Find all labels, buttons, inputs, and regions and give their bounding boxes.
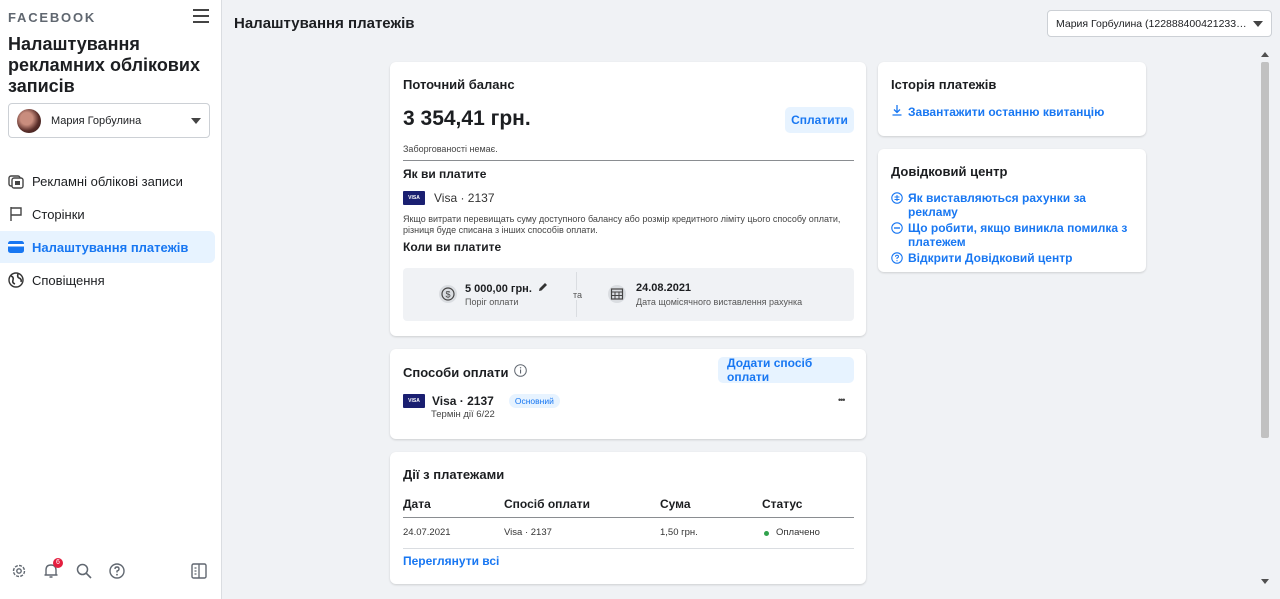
download-icon — [891, 104, 903, 119]
row-date: 24.07.2021 — [403, 527, 451, 538]
help-center-title: Довідковий центр — [891, 164, 1008, 179]
account-name: Мария Горбулина — [51, 114, 142, 127]
add-payment-method-button[interactable]: Додати спосіб оплати — [718, 356, 854, 384]
sidebar-item-ad-accounts[interactable]: Рекламні облікові записи — [0, 165, 215, 197]
debt-note: Заборгованості немає. — [403, 144, 498, 154]
help-link-billing[interactable]: Як виставляються рахунки за рекламу — [891, 191, 1136, 219]
billing-info-panel: $ 5 000,00 грн. Поріг оплати та 24.08.20… — [403, 268, 854, 321]
sidebar-title: Налаштування рекламних облікових записів — [8, 34, 200, 96]
ad-account-dropdown-value: Мария Горбулина (122888400421233… — [1056, 17, 1247, 30]
help-icon[interactable] — [108, 562, 126, 580]
payment-activity-card: Дії з платежами Дата Спосіб оплати Сума … — [390, 452, 866, 584]
divider — [403, 160, 854, 161]
search-icon[interactable] — [75, 562, 93, 580]
sidebar: FACEBOOK Налаштування рекламних облікови… — [0, 0, 222, 599]
sidebar-item-label: Рекламні облікові записи — [32, 173, 183, 189]
card-label: Visa · 2137 — [434, 191, 495, 205]
visa-icon: VISA — [403, 394, 425, 408]
scrollbar[interactable] — [1258, 50, 1272, 595]
payment-methods-title: Способи оплати — [403, 364, 509, 380]
help-link-open-center[interactable]: Відкрити Довідковий центр — [891, 251, 1136, 265]
sidebar-nav: Рекламні облікові записи Сторінки Налашт… — [0, 165, 215, 297]
payment-history-card: Історія платежів Завантажити останню кви… — [878, 62, 1146, 136]
scroll-up-arrow-icon[interactable] — [1261, 52, 1269, 57]
edit-pencil-icon[interactable] — [538, 282, 548, 295]
balance-card-title: Поточний баланс — [403, 77, 515, 92]
ad-account-dropdown[interactable]: Мария Горбулина (122888400421233… — [1047, 10, 1272, 37]
download-receipt-link[interactable]: Завантажити останню квитанцію — [891, 104, 1104, 119]
caret-down-icon — [191, 117, 201, 124]
and-label: та — [572, 290, 584, 300]
download-receipt-text: Завантажити останню квитанцію — [908, 104, 1105, 119]
row-status: Оплачено — [776, 527, 820, 538]
table-row[interactable]: 24.07.2021 Visa · 2137 1,50 грн. Оплачен… — [403, 527, 854, 543]
sidebar-item-label: Сторінки — [32, 206, 85, 222]
info-icon[interactable] — [514, 364, 528, 380]
how-you-pay-title: Як ви платите — [403, 167, 487, 181]
billing-help-icon — [891, 192, 903, 204]
billing-date: 24.08.2021 — [636, 282, 692, 294]
scroll-down-arrow-icon[interactable] — [1261, 579, 1269, 584]
facebook-logo[interactable]: FACEBOOK — [8, 10, 96, 25]
balance-amount: 3 354,41 грн. — [403, 107, 531, 130]
sidebar-item-label: Сповіщення — [32, 272, 105, 288]
current-balance-card: Поточний баланс 3 354,41 грн. Сплатити З… — [390, 62, 866, 336]
status-dot — [764, 531, 769, 536]
help-center-card: Довідковий центр Як виставляються рахунк… — [878, 149, 1146, 272]
flag-icon — [8, 206, 24, 222]
sidebar-item-notifications[interactable]: Сповіщення — [0, 264, 215, 296]
help-link-text: Що робити, якщо виникла помилка з платеж… — [908, 221, 1128, 249]
calendar-icon — [607, 284, 627, 307]
svg-text:$: $ — [445, 290, 450, 300]
sidebar-footer: 6 — [8, 558, 210, 580]
bell-icon[interactable]: 6 — [42, 558, 63, 580]
threshold-label: Поріг оплати — [465, 297, 519, 307]
column-header[interactable]: Дата — [403, 497, 431, 511]
sidebar-item-label: Налаштування платежів — [32, 239, 189, 255]
view-all-link[interactable]: Переглянути всі — [403, 554, 499, 568]
payment-activity-title: Дії з платежами — [403, 467, 505, 482]
collapse-sidebar-icon[interactable] — [190, 562, 208, 580]
overflow-note: Якщо витрати перевищать суму доступного … — [403, 214, 841, 235]
minus-circle-icon — [891, 222, 903, 234]
help-link-text: Як виставляються рахунки за рекламу — [908, 191, 1086, 219]
primary-badge: Основний — [508, 394, 560, 408]
column-header[interactable]: Спосіб оплати — [504, 497, 590, 511]
when-you-pay-title: Коли ви платите — [403, 240, 502, 254]
account-switcher[interactable]: Мария Горбулина — [8, 103, 210, 138]
caret-down-icon — [1253, 20, 1263, 27]
page-title: Налаштування платежів — [234, 15, 415, 32]
avatar — [17, 108, 41, 133]
help-link-payment-error[interactable]: Що робити, якщо виникла помилка з платеж… — [891, 221, 1136, 249]
gear-icon[interactable] — [10, 562, 28, 580]
help-link-text: Відкрити Довідковий центр — [908, 251, 1073, 265]
question-circle-icon — [891, 252, 903, 264]
scroll-thumb[interactable] — [1261, 62, 1269, 438]
card-expiry: Термін дії 6/22 — [431, 409, 495, 420]
column-header[interactable]: Сума — [660, 497, 691, 511]
divider — [403, 548, 854, 549]
notification-badge: 6 — [53, 558, 63, 568]
billing-date-label: Дата щомісячного виставлення рахунка — [636, 297, 803, 307]
menu-icon[interactable] — [193, 9, 209, 23]
visa-icon: VISA — [403, 191, 425, 205]
table-header: Дата Спосіб оплати Сума Статус — [403, 497, 854, 517]
sidebar-item-payment-settings[interactable]: Налаштування платежів — [0, 231, 215, 263]
dollar-icon: $ — [438, 284, 458, 307]
sidebar-item-pages[interactable]: Сторінки — [0, 198, 215, 230]
ad-accounts-icon — [8, 173, 24, 189]
payment-history-title: Історія платежів — [891, 77, 997, 92]
threshold-value: 5 000,00 грн. — [465, 282, 532, 295]
credit-card-icon — [8, 239, 24, 255]
row-method: Visa · 2137 — [504, 527, 552, 538]
divider — [403, 517, 854, 518]
payment-card-row: VISA Visa · 2137 — [403, 191, 495, 205]
globe-icon — [8, 272, 24, 288]
more-options-icon[interactable]: ••• — [838, 395, 846, 405]
method-card-label: Visa · 2137 — [432, 394, 494, 408]
pay-button[interactable]: Сплатити — [785, 107, 854, 133]
row-amount: 1,50 грн. — [660, 527, 698, 538]
column-header[interactable]: Статус — [762, 497, 802, 511]
payment-methods-card: Способи оплати Додати спосіб оплати VISA… — [390, 349, 866, 439]
